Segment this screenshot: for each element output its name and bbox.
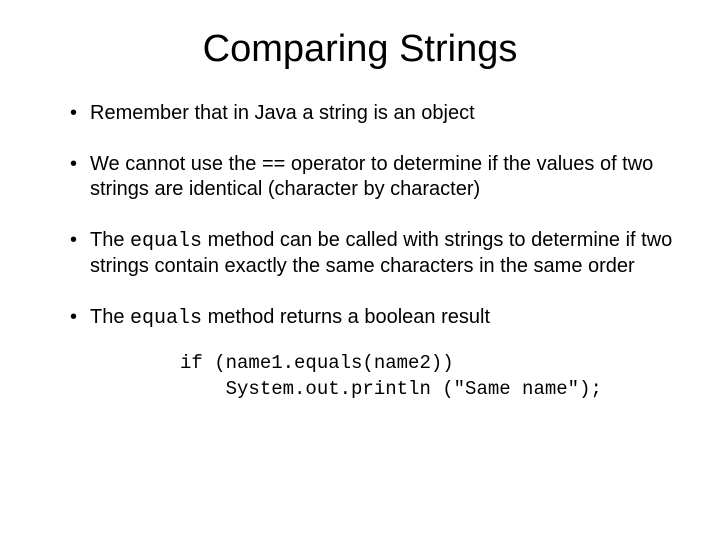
code-example: if (name1.equals(name2)) System.out.prin…	[180, 351, 680, 402]
inline-code: equals	[130, 307, 202, 330]
text: The	[90, 306, 130, 328]
text: method returns a boolean result	[202, 306, 490, 328]
text: The	[90, 229, 130, 251]
bullet-item: Remember that in Java a string is an obj…	[70, 101, 680, 126]
bullet-item: We cannot use the == operator to determi…	[70, 152, 680, 202]
inline-code: equals	[130, 230, 202, 253]
bullet-list: Remember that in Java a string is an obj…	[40, 101, 680, 331]
slide-title: Comparing Strings	[40, 28, 680, 71]
bullet-item: The equals method can be called with str…	[70, 228, 680, 279]
bullet-item: The equals method returns a boolean resu…	[70, 305, 680, 331]
